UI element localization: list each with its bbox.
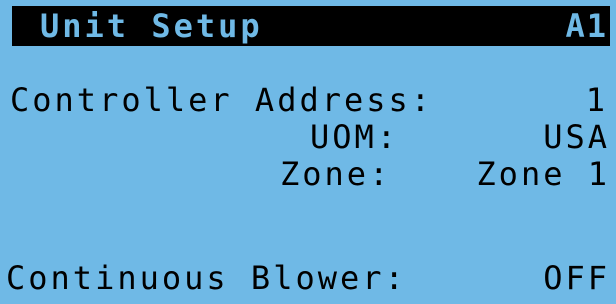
continuous-blower-label: Continuous Blower: <box>6 259 407 297</box>
controller-address-value[interactable]: 1 <box>586 84 608 116</box>
screen-code: A1 <box>565 7 608 45</box>
lcd-screen: Unit Setup A1 Controller Address: 1 UOM:… <box>0 0 616 304</box>
continuous-blower-value[interactable]: OFF <box>543 262 610 294</box>
uom-value[interactable]: USA <box>543 121 610 153</box>
controller-address-label: Controller Address: <box>10 81 434 119</box>
uom-label: UOM: <box>310 118 400 156</box>
page-title: Unit Setup <box>40 7 263 45</box>
title-bar: Unit Setup A1 <box>12 6 610 46</box>
zone-label: Zone: <box>280 155 392 193</box>
zone-value[interactable]: Zone 1 <box>476 158 610 190</box>
